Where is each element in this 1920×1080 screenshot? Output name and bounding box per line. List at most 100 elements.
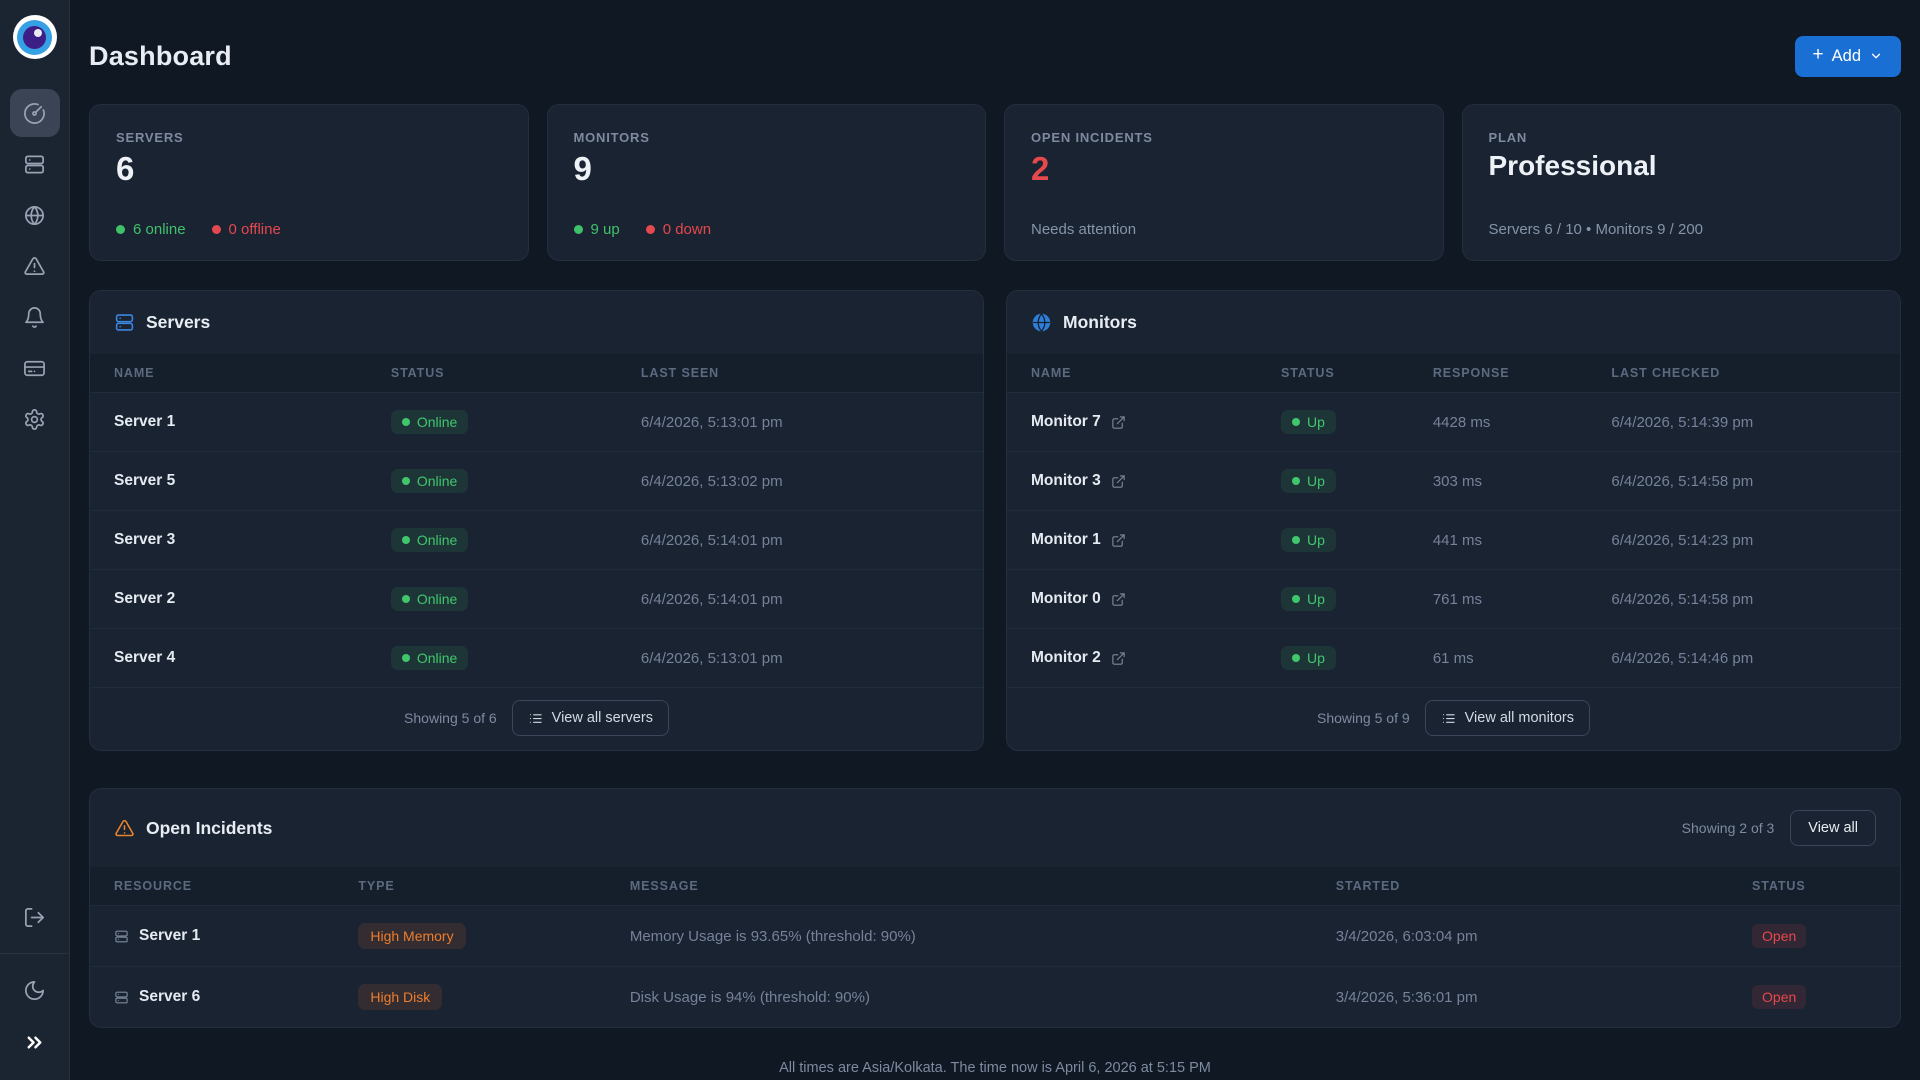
status-dot-icon xyxy=(1292,595,1300,603)
monitor-name[interactable]: Monitor 0 xyxy=(1031,590,1101,608)
server-row[interactable]: Server 2 Online 6/4/2026, 5:14:01 pm xyxy=(90,570,983,629)
servers-panel-title: Servers xyxy=(146,312,210,333)
status-dot-icon xyxy=(1292,477,1300,485)
column-header: LAST CHECKED xyxy=(1587,354,1900,393)
moon-icon xyxy=(23,979,46,1002)
sidebar-item-notifications[interactable] xyxy=(10,293,60,341)
page-title: Dashboard xyxy=(89,41,232,72)
server-row[interactable]: Server 3 Online 6/4/2026, 5:14:01 pm xyxy=(90,511,983,570)
showing-count: Showing 2 of 3 xyxy=(1682,820,1775,836)
eye-logo-icon xyxy=(17,20,52,55)
server-name[interactable]: Server 1 xyxy=(114,413,175,430)
incident-started: 3/4/2026, 6:03:04 pm xyxy=(1312,906,1728,967)
sidebar-item-settings[interactable] xyxy=(10,395,60,443)
server-row[interactable]: Server 5Online6/4/2026, 5:13:02 pm xyxy=(90,452,983,511)
server-name[interactable]: Server 3 xyxy=(114,531,175,548)
column-header: MESSAGE xyxy=(606,867,1312,906)
credit-card-icon xyxy=(23,357,46,380)
showing-count: Showing 5 of 6 xyxy=(404,710,497,726)
server-name[interactable]: Server 4 xyxy=(114,649,175,666)
app-logo[interactable] xyxy=(13,15,57,59)
status-dot-icon xyxy=(402,418,410,426)
incident-type-badge: High Disk xyxy=(358,984,442,1010)
monitor-row[interactable]: Monitor 2Up61 ms6/4/2026, 5:14:46 pm xyxy=(1007,629,1900,688)
last-checked: 6/4/2026, 5:14:46 pm xyxy=(1587,629,1900,688)
monitor-row[interactable]: Monitor 3Up303 ms6/4/2026, 5:14:58 pm xyxy=(1007,452,1900,511)
column-header: LAST SEEN xyxy=(617,354,983,393)
sidebar-expand-button[interactable] xyxy=(12,1020,58,1064)
add-button[interactable]: + Add xyxy=(1795,36,1901,77)
last-seen: 6/4/2026, 5:13:01 pm xyxy=(617,629,983,688)
incident-status-badge: Open xyxy=(1752,924,1806,948)
alert-triangle-icon xyxy=(23,255,46,278)
last-seen: 6/4/2026, 5:14:01 pm xyxy=(617,570,983,629)
external-link-icon xyxy=(1111,474,1126,489)
last-seen: 6/4/2026, 5:14:01 pm xyxy=(617,511,983,570)
sidebar-item-servers[interactable] xyxy=(10,140,60,188)
monitor-name[interactable]: Monitor 2 xyxy=(1031,649,1101,667)
server-name[interactable]: Server 5 xyxy=(114,472,175,489)
status-dot-icon xyxy=(402,536,410,544)
status-dot-icon xyxy=(1292,418,1300,426)
monitor-row[interactable]: Monitor 7Up4428 ms6/4/2026, 5:14:39 pm xyxy=(1007,393,1900,452)
incident-row[interactable]: Server 6High DiskDisk Usage is 94% (thre… xyxy=(90,967,1900,1028)
server-icon xyxy=(23,153,46,176)
green-dot-icon xyxy=(574,225,583,234)
view-all-incidents-button[interactable]: View all xyxy=(1790,810,1876,846)
monitor-name[interactable]: Monitor 3 xyxy=(1031,472,1101,490)
monitor-name[interactable]: Monitor 1 xyxy=(1031,531,1101,549)
view-all-servers-button[interactable]: View all servers xyxy=(512,700,669,736)
response-time: 61 ms xyxy=(1409,629,1588,688)
timezone-note: All times are Asia/Kolkata. The time now… xyxy=(89,1060,1901,1076)
status-dot-icon xyxy=(1292,654,1300,662)
server-icon xyxy=(114,929,129,944)
response-time: 4428 ms xyxy=(1409,393,1588,452)
incident-message: Memory Usage is 93.65% (threshold: 90%) xyxy=(606,906,1312,967)
column-header: STATUS xyxy=(367,354,617,393)
main-content: Dashboard + Add SERVERS 6 6 online 0 off… xyxy=(70,0,1920,1080)
red-dot-icon xyxy=(212,225,221,234)
sidebar-item-dashboard[interactable] xyxy=(10,89,60,137)
status-badge: Online xyxy=(391,528,468,552)
status-badge: Online xyxy=(391,587,468,611)
status-dot-icon xyxy=(402,477,410,485)
monitor-row[interactable]: Monitor 0Up761 ms6/4/2026, 5:14:58 pm xyxy=(1007,570,1900,629)
monitors-panel: Monitors NAME STATUS RESPONSE LAST CHECK… xyxy=(1006,290,1901,751)
alert-triangle-icon xyxy=(114,818,135,839)
stat-card-monitors: MONITORS 9 9 up 0 down xyxy=(547,104,987,261)
server-row[interactable]: Server 4Online6/4/2026, 5:13:01 pm xyxy=(90,629,983,688)
online-count: 6 online xyxy=(116,221,186,238)
stat-cards: SERVERS 6 6 online 0 offline MONITORS 9 … xyxy=(89,104,1901,261)
incidents-panel-title: Open Incidents xyxy=(146,818,272,839)
status-badge: Online xyxy=(391,410,468,434)
red-dot-icon xyxy=(646,225,655,234)
theme-toggle-button[interactable] xyxy=(12,968,58,1012)
globe-icon xyxy=(23,204,46,227)
status-dot-icon xyxy=(402,654,410,662)
incident-row[interactable]: Server 1High MemoryMemory Usage is 93.65… xyxy=(90,906,1900,967)
status-badge: Up xyxy=(1281,469,1336,493)
sidebar-item-incidents[interactable] xyxy=(10,242,60,290)
monitor-name[interactable]: Monitor 7 xyxy=(1031,413,1101,431)
last-checked: 6/4/2026, 5:14:58 pm xyxy=(1587,570,1900,629)
sidebar-item-monitors[interactable] xyxy=(10,191,60,239)
server-row[interactable]: Server 1 Online 6/4/2026, 5:13:01 pm xyxy=(90,393,983,452)
offline-count: 0 offline xyxy=(212,221,281,238)
sidebar-item-billing[interactable] xyxy=(10,344,60,392)
server-name[interactable]: Server 2 xyxy=(114,590,175,607)
gear-icon xyxy=(23,408,46,431)
external-link-icon xyxy=(1111,592,1126,607)
stat-label: SERVERS xyxy=(116,130,502,145)
monitor-row[interactable]: Monitor 1Up441 ms6/4/2026, 5:14:23 pm xyxy=(1007,511,1900,570)
incident-resource[interactable]: Server 1 xyxy=(139,927,200,945)
logout-button[interactable] xyxy=(12,895,58,939)
status-badge: Up xyxy=(1281,587,1336,611)
table-header-row: NAME STATUS LAST SEEN xyxy=(90,354,983,393)
globe-icon xyxy=(1031,312,1052,333)
last-checked: 6/4/2026, 5:14:58 pm xyxy=(1587,452,1900,511)
view-all-monitors-button[interactable]: View all monitors xyxy=(1425,700,1590,736)
last-seen: 6/4/2026, 5:13:01 pm xyxy=(617,393,983,452)
plus-icon: + xyxy=(1813,44,1824,66)
incident-resource[interactable]: Server 6 xyxy=(139,988,200,1006)
incidents-table-body: Server 1High MemoryMemory Usage is 93.65… xyxy=(90,906,1900,1028)
